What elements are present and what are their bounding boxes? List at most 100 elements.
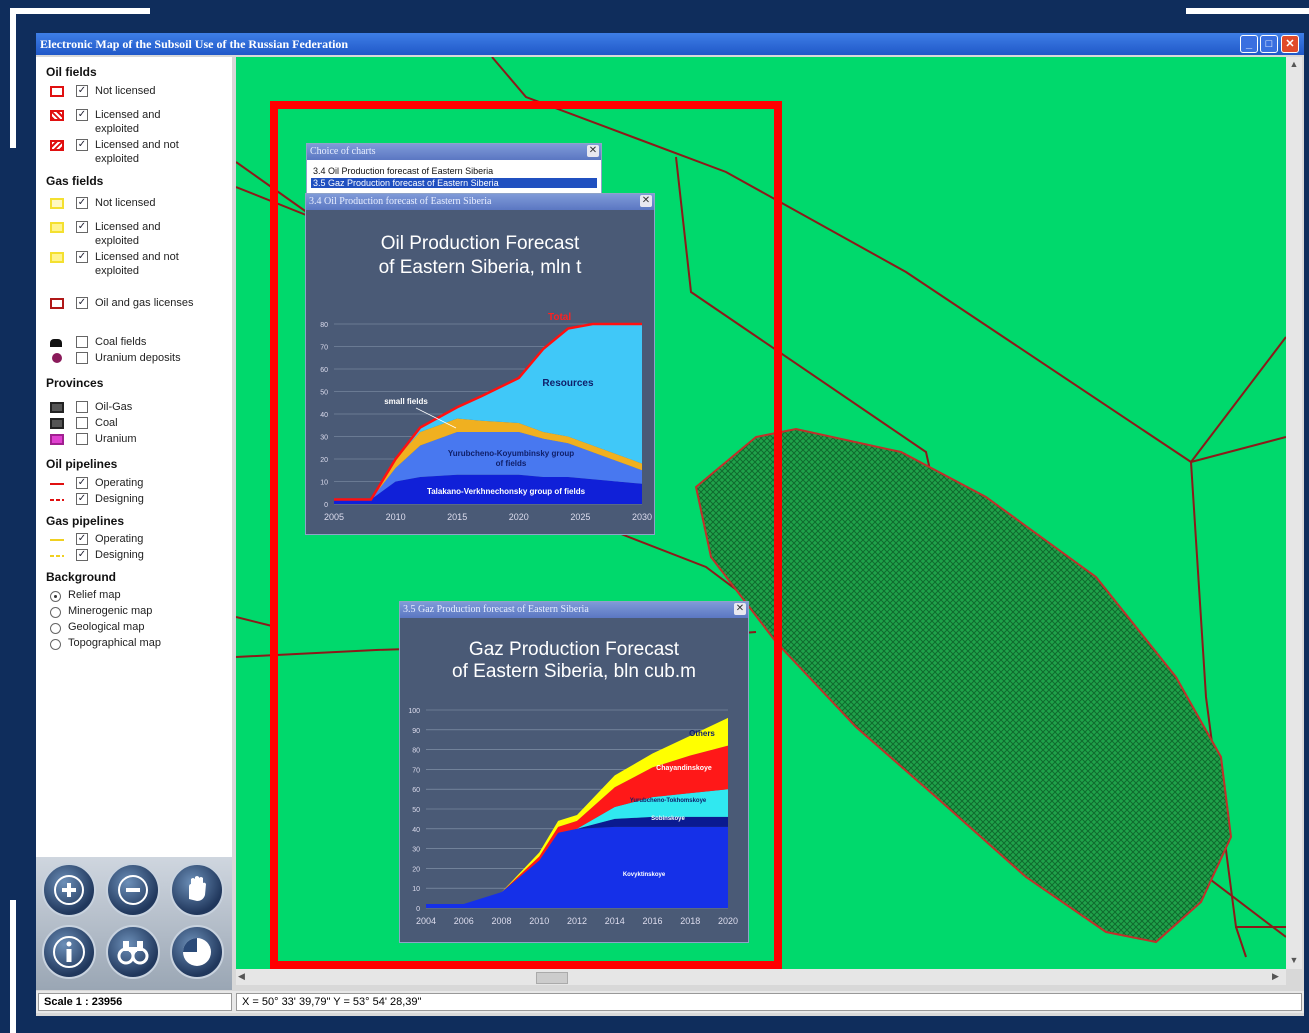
oil-pipeline-operating-checkbox[interactable]: ✓ [76, 477, 88, 489]
oil-licensed-exploited-swatch [50, 110, 64, 121]
y-tick-label: 70 [412, 767, 420, 774]
y-tick-label: 100 [408, 708, 420, 715]
x-tick-label: 2008 [491, 916, 511, 926]
legend-panel: Oil fields ✓ Not licensed ✓ Licensed and… [36, 57, 232, 857]
series-label: Chayandinskoye [656, 765, 712, 772]
gas-chart-window[interactable]: 3.5 Gaz Production forecast of Eastern S… [399, 601, 749, 943]
geological-map-radio[interactable] [50, 623, 61, 634]
search-button[interactable] [106, 925, 160, 979]
oil-gas-province-checkbox[interactable] [76, 401, 88, 413]
gas-chart: 0 10 20 30 40 50 60 70 80 90 100 2004 2006 2008 2010 20… [408, 708, 738, 926]
oil-pipeline-designing-checkbox[interactable]: ✓ [76, 493, 88, 505]
legend-label: Uranium deposits [95, 352, 181, 364]
title-bar: Electronic Map of the Subsoil Use of the… [36, 33, 1304, 55]
legend-label: Not licensed [95, 85, 156, 97]
legend-label: Operating [95, 533, 144, 545]
licenses-checkbox[interactable]: ✓ [76, 297, 88, 309]
oil-pipeline-designing-swatch [50, 499, 64, 501]
gas-pipelines-heading: Gas pipelines [46, 514, 125, 528]
gas-pipeline-designing-swatch [50, 555, 64, 557]
scale-readout: Scale 1 : 23956 [38, 993, 232, 1011]
total-label: Total [548, 312, 571, 323]
scroll-right-arrow[interactable]: ▶ [1272, 971, 1284, 983]
charts-button[interactable] [170, 925, 224, 979]
x-tick-label: 2030 [632, 512, 652, 522]
chart-list-item-selected[interactable]: 3.5 Gaz Production forecast of Eastern S… [311, 178, 597, 188]
legend-label: Licensed and not exploited [95, 139, 179, 165]
x-tick-label: 2016 [642, 916, 662, 926]
gas-pipeline-designing-checkbox[interactable]: ✓ [76, 549, 88, 561]
oil-chart-title-line1: Oil Production Forecast [380, 233, 580, 254]
series-label: Talakano-Verkhnechonsky group of fields [427, 487, 586, 496]
uranium-province-swatch [50, 434, 64, 445]
vertical-scrollbar[interactable]: ▲ ▼ [1286, 57, 1302, 969]
tool-panel [36, 857, 232, 990]
window-title: Electronic Map of the Subsoil Use of the… [40, 37, 349, 51]
x-tick-label: 2010 [529, 916, 549, 926]
zoom-out-button[interactable] [106, 863, 160, 917]
horizontal-scrollbar[interactable]: ◀ ▶ [236, 969, 1286, 985]
oil-fields-heading: Oil fields [46, 65, 97, 79]
scroll-left-arrow[interactable]: ◀ [238, 971, 250, 983]
oil-not-licensed-checkbox[interactable]: ✓ [76, 85, 88, 97]
licenses-swatch [50, 298, 64, 309]
oil-chart-window[interactable]: 3.4 Oil Production forecast of Eastern S… [305, 193, 655, 535]
uranium-province-checkbox[interactable] [76, 433, 88, 445]
zoom-in-button[interactable] [42, 863, 96, 917]
minimize-button[interactable]: _ [1240, 35, 1258, 53]
scroll-thumb[interactable] [536, 972, 568, 984]
hand-icon [189, 876, 206, 901]
topographical-map-radio[interactable] [50, 639, 61, 650]
legend-label: Oil and gas licenses [95, 297, 194, 309]
oil-pipeline-operating-swatch [50, 483, 64, 485]
series-label: Resources [542, 378, 594, 389]
x-tick-label: 2015 [447, 512, 467, 522]
close-button[interactable]: ✕ [1281, 35, 1299, 53]
legend-label: Oil-Gas [95, 401, 133, 413]
radio-label: Minerogenic map [68, 605, 153, 617]
boundary-line [1190, 436, 1286, 463]
gas-licensed-not-exploited-checkbox[interactable]: ✓ [76, 251, 88, 263]
uranium-icon [52, 353, 62, 363]
uranium-deposits-checkbox[interactable] [76, 352, 88, 364]
choice-window-title: Choice of charts [307, 144, 601, 160]
legend-label: Licensed and exploited [95, 109, 161, 135]
scroll-up-arrow[interactable]: ▲ [1288, 59, 1300, 71]
choice-close-icon[interactable]: ✕ [587, 145, 599, 157]
legend-label: Operating [95, 477, 144, 489]
gas-pipeline-operating-checkbox[interactable]: ✓ [76, 533, 88, 545]
oil-licensed-not-exploited-checkbox[interactable]: ✓ [76, 139, 88, 151]
x-tick-label: 2012 [567, 916, 587, 926]
coal-fields-checkbox[interactable] [76, 336, 88, 348]
coal-province-checkbox[interactable] [76, 417, 88, 429]
info-button[interactable] [42, 925, 96, 979]
relief-map-radio[interactable] [50, 591, 61, 602]
gas-close-icon[interactable]: ✕ [734, 603, 746, 615]
gas-fields-heading: Gas fields [46, 174, 104, 188]
legend-label: Designing [95, 493, 144, 505]
series-area [426, 826, 728, 908]
provinces-heading: Provinces [46, 376, 104, 390]
y-tick-label: 40 [320, 412, 328, 419]
gas-not-licensed-checkbox[interactable]: ✓ [76, 197, 88, 209]
scroll-down-arrow[interactable]: ▼ [1288, 955, 1300, 967]
x-tick-label: 2014 [605, 916, 625, 926]
maximize-button[interactable]: □ [1260, 35, 1278, 53]
y-tick-label: 30 [320, 435, 328, 442]
series-label: Yurubcheno-Tokhomskoye [630, 798, 707, 804]
legend-label: Licensed and exploited [95, 221, 161, 247]
binoculars-icon [117, 941, 149, 965]
corner-bracket [10, 900, 16, 1033]
oil-close-icon[interactable]: ✕ [640, 195, 652, 207]
oil-pipelines-heading: Oil pipelines [46, 457, 118, 471]
x-tick-label: 2005 [324, 512, 344, 522]
gas-licensed-exploited-checkbox[interactable]: ✓ [76, 221, 88, 233]
choice-of-charts-window[interactable]: Choice of charts ✕ 3.4 Oil Production fo… [306, 143, 602, 195]
chart-list-item[interactable]: 3.4 Oil Production forecast of Eastern S… [313, 166, 493, 176]
oil-not-licensed-swatch [50, 86, 64, 97]
series-label: Others [689, 729, 715, 738]
pan-button[interactable] [170, 863, 224, 917]
oil-licensed-exploited-checkbox[interactable]: ✓ [76, 109, 88, 121]
x-tick-label: 2018 [680, 916, 700, 926]
minerogenic-map-radio[interactable] [50, 607, 61, 618]
